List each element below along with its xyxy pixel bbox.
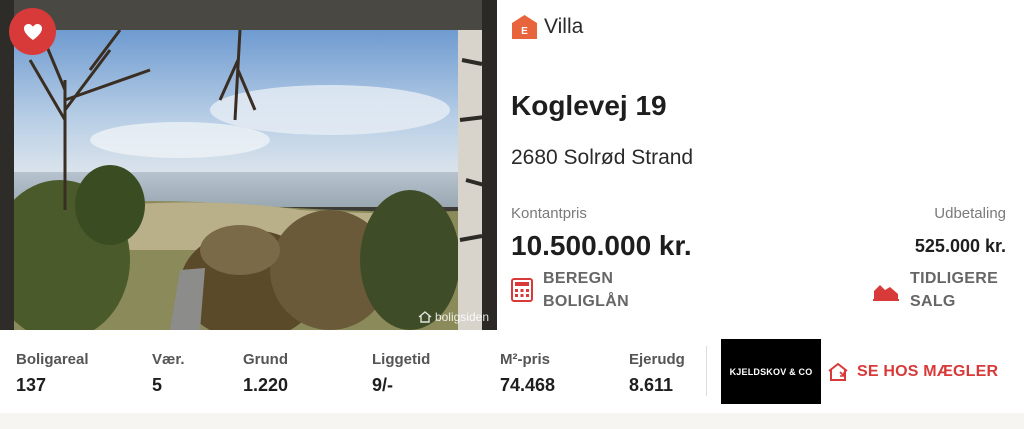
previous-sales-button[interactable]: TIDLIGERE SALG	[872, 267, 998, 313]
stat-label: Liggetid	[372, 351, 431, 368]
stat-time-on-market: Liggetid 9/-	[372, 351, 430, 396]
key-facts-bar: Boligareal 137 Vær. 5 Grund 1.220 Ligget…	[0, 330, 1024, 413]
stat-value: 74.468	[500, 375, 556, 395]
divider	[706, 346, 707, 396]
stat-label: Grund	[243, 351, 288, 368]
calculate-loan-line2: BOLIGLÅN	[543, 293, 629, 310]
favorite-button[interactable]	[9, 8, 56, 55]
svg-text:E: E	[521, 26, 528, 37]
listing-details: E Villa Koglevej 19 2680 Solrød Strand K…	[497, 0, 1024, 330]
calculate-loan-button[interactable]: BEREGN BOLIGLÅN	[511, 267, 629, 313]
price-value: 10.500.000 kr.	[511, 230, 692, 261]
see-at-agent-button[interactable]: SE HOS MÆGLER	[827, 362, 998, 382]
energy-label-icon: E	[512, 15, 537, 39]
address-title[interactable]: Koglevej 19	[511, 90, 667, 122]
stat-label: Vær.	[152, 351, 185, 368]
property-type-label: Villa	[544, 15, 584, 38]
calculator-icon	[511, 278, 533, 302]
stat-rooms: Vær. 5	[152, 351, 185, 396]
down-payment-value: 525.000 kr.	[914, 236, 1006, 256]
listing-card[interactable]: boligsiden E Villa Koglevej 19 2680 Solr…	[0, 0, 1024, 413]
property-type: E Villa	[511, 14, 583, 40]
stat-label: Ejerudg	[629, 351, 685, 368]
house-icon	[828, 362, 848, 381]
stat-price-per-sqm: M²-pris 74.468	[500, 351, 555, 396]
stat-value: 1.220	[243, 375, 289, 395]
stat-owner-expense: Ejerudg 8.611	[629, 351, 685, 396]
city: 2680 Solrød Strand	[511, 146, 694, 169]
previous-sales-line1: TIDLIGERE	[910, 270, 999, 287]
watermark: boligsiden	[418, 310, 489, 324]
photo-image	[0, 0, 497, 330]
stat-plot: Grund 1.220	[243, 351, 288, 396]
stat-value: 137	[16, 375, 47, 395]
house-icon	[418, 311, 432, 323]
stat-value: 8.611	[629, 375, 674, 395]
stat-label: M²-pris	[500, 351, 550, 368]
agent-logo[interactable]: KJELDSKOV & CO	[721, 339, 821, 404]
area-chart-icon	[873, 285, 899, 301]
stat-label: Boligareal	[16, 351, 89, 368]
see-at-agent-label: SE HOS MÆGLER	[857, 363, 999, 380]
calculate-loan-line1: BEREGN	[543, 270, 614, 287]
previous-sales-line2: SALG	[910, 293, 956, 310]
stat-living-area: Boligareal 137	[16, 351, 89, 396]
down-payment-label: Udbetaling	[934, 205, 1006, 222]
stat-value: 5	[152, 375, 163, 395]
watermark-text: boligsiden	[434, 310, 489, 324]
stat-value: 9/-	[372, 375, 394, 395]
heart-icon	[23, 23, 42, 40]
listing-photo[interactable]: boligsiden	[0, 0, 497, 330]
price-label: Kontantpris	[511, 205, 587, 222]
agent-logo-text: KJELDSKOV & CO	[729, 366, 813, 377]
